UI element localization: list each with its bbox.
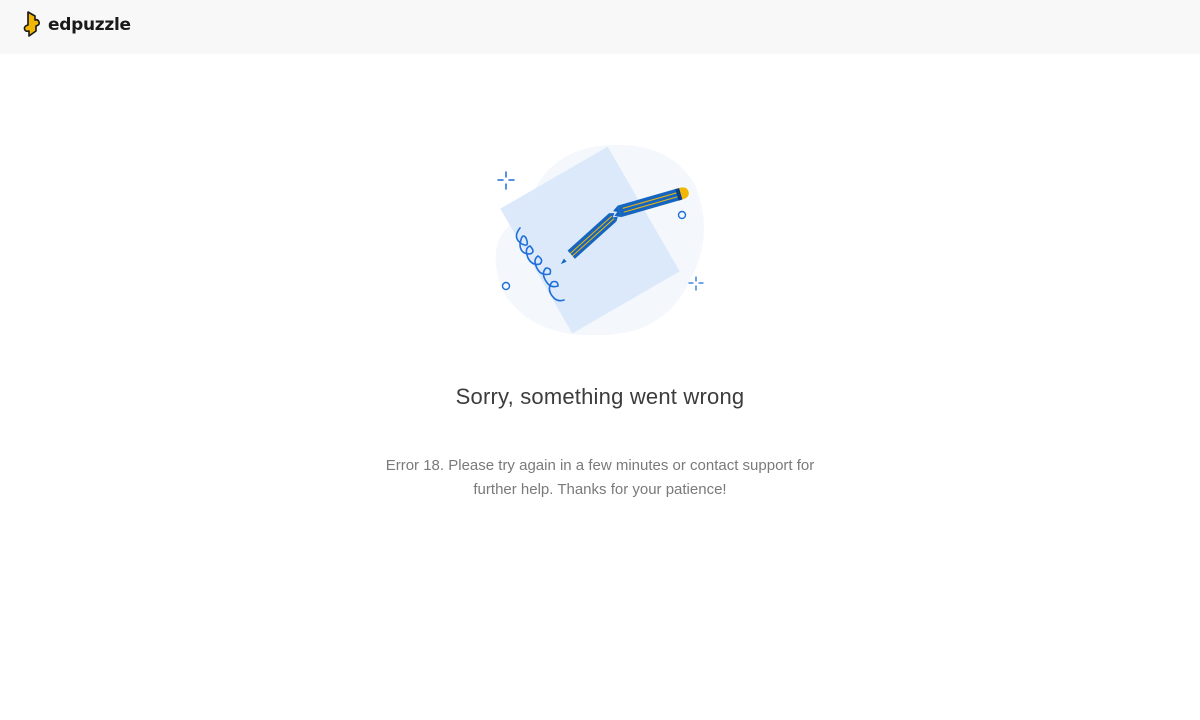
edpuzzle-logo-icon (23, 11, 44, 38)
sparkle-icon (497, 171, 515, 190)
sparkle-icon (688, 276, 704, 291)
error-illustration (490, 140, 710, 340)
logo-text: edpuzzle (48, 14, 131, 35)
error-message-line: Error 18. Please try again in a few minu… (385, 457, 815, 474)
error-title: Sorry, something went wrong (455, 384, 745, 409)
broken-pencil-illustration (495, 144, 704, 336)
edpuzzle-logo[interactable]: edpuzzle (23, 11, 131, 38)
error-message: Error 18. Please try again in a few minu… (360, 454, 840, 502)
top-bar: edpuzzle (0, 0, 1200, 54)
error-message-line: further help. Thanks for your patience! (473, 481, 727, 498)
